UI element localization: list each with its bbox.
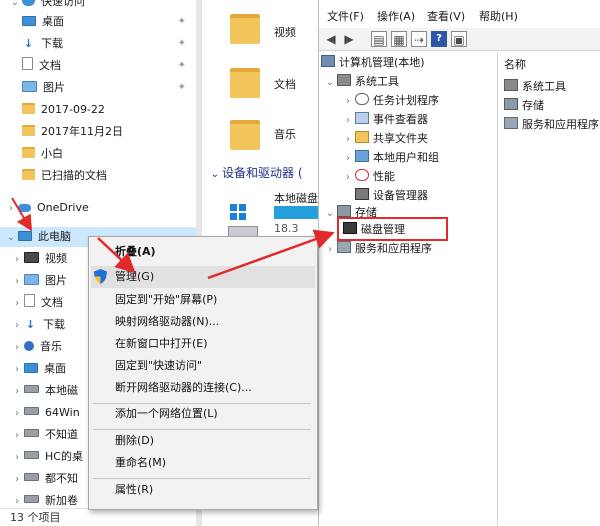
arrow-to-this-pc: [11, 197, 33, 232]
arrow-to-disk-management: [207, 229, 335, 280]
arrow-to-manage: [97, 237, 136, 274]
annotation-arrows: [11, 197, 335, 280]
